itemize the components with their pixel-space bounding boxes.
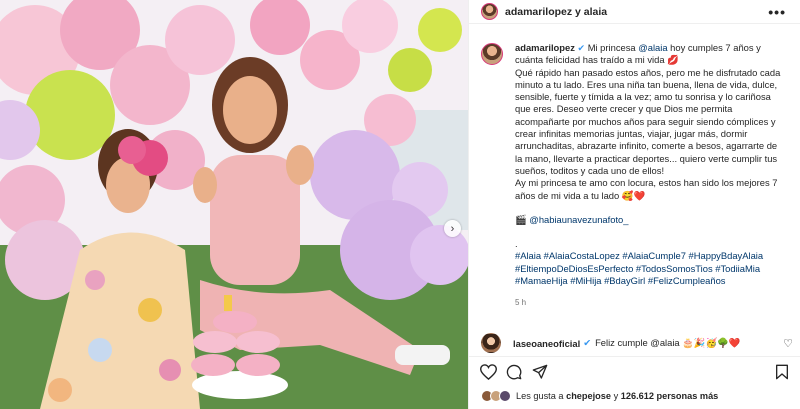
verified-badge-icon: ✔ (583, 337, 592, 348)
liker-avatar (499, 390, 511, 402)
post-photo[interactable]: › (0, 0, 468, 409)
comment-row: laseoaneoficial ✔ Feliz cumple @alaia 🎂🎉… (481, 333, 793, 353)
action-bar (469, 356, 800, 386)
carousel-next-button[interactable]: › (444, 220, 461, 237)
verified-badge-icon: ✔ (577, 43, 586, 53)
comment-bubble-icon[interactable] (505, 363, 523, 381)
caption-paragraph-2: Ay mi princesa te amo con locura, estos … (515, 177, 778, 201)
likes-user[interactable]: chepejose (566, 391, 611, 401)
likes-prefix: Les gusta a (516, 391, 564, 401)
caption-dot: . (515, 238, 518, 250)
post-side-panel: adamarilopez y alaia ••• adamarilopez ✔ … (468, 0, 800, 409)
likes-middle: y (613, 391, 619, 401)
more-options-icon[interactable]: ••• (768, 4, 786, 20)
mention-alaia[interactable]: @alaia (638, 42, 667, 53)
save-bookmark-icon[interactable] (773, 363, 791, 381)
commenter-avatar[interactable] (481, 333, 501, 353)
caption-line1-a: Mi princesa (587, 42, 636, 53)
caption-avatar[interactable] (481, 43, 503, 65)
hashtags[interactable]: #Alaia #AlaiaCostaLopez #AlaiaCumple7 #H… (515, 250, 763, 286)
caption-username[interactable]: adamarilopez (515, 42, 575, 53)
header-username[interactable]: adamarilopez y alaia (505, 6, 607, 18)
caption-block: adamarilopez ✔ Mi princesa @alaia hoy cu… (481, 42, 793, 310)
likes-count[interactable]: 126.612 personas más (621, 391, 719, 401)
like-heart-icon[interactable] (479, 363, 497, 381)
author-avatar[interactable] (481, 3, 498, 20)
post-time: 5 h (515, 298, 527, 308)
post-header: adamarilopez y alaia ••• (469, 0, 800, 24)
likes-summary: Les gusta a chepejose y 126.612 personas… (481, 390, 718, 402)
commenter-username[interactable]: laseoaneoficial (513, 338, 580, 349)
photo-credit-link[interactable]: @habiaunavezunafoto_ (529, 214, 628, 225)
camera-icon: 🎬 (515, 213, 527, 225)
comment-like-heart-icon[interactable]: ♡ (783, 337, 793, 350)
likes-text: Les gusta a chepejose y 126.612 personas… (516, 391, 718, 401)
caption-paragraph-1: Qué rápido han pasado estos años, pero m… (515, 66, 781, 176)
photo-illustration (0, 0, 468, 409)
share-send-icon[interactable] (531, 363, 549, 381)
caption-text: adamarilopez ✔ Mi princesa @alaia hoy cu… (515, 42, 787, 310)
comment-text: Feliz cumple @alaia 🎂🎉🥳🌳❤️ (595, 337, 741, 348)
